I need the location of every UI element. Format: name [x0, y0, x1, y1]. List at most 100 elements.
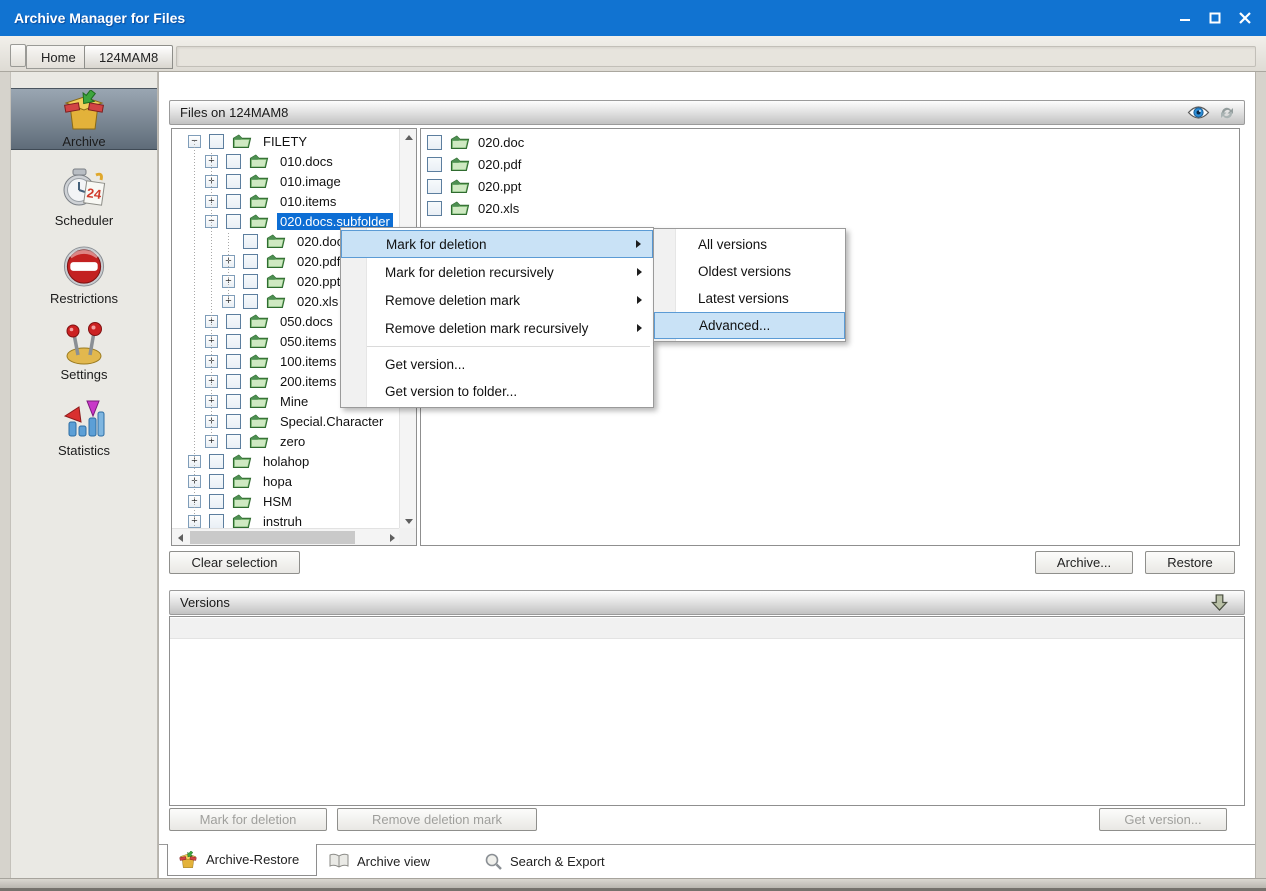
file-item-label[interactable]: 020.pdf — [478, 157, 521, 172]
tree-item[interactable]: +holahop — [172, 451, 400, 471]
file-list-item[interactable]: 020.pdf — [427, 153, 1239, 175]
checkbox[interactable] — [226, 394, 241, 409]
mark-for-deletion-button[interactable]: Mark for deletion — [169, 808, 327, 831]
tree-item-label[interactable]: FILETY — [260, 133, 310, 150]
tree-item[interactable]: +zero — [172, 431, 400, 451]
sidebar-item-restrictions[interactable]: Restrictions — [11, 244, 157, 306]
scroll-up-icon[interactable] — [400, 129, 417, 146]
archive-box-icon — [178, 851, 198, 869]
close-icon[interactable] — [1234, 7, 1256, 29]
tree-item-label[interactable]: 200.items — [277, 373, 339, 390]
tree-item-label[interactable]: instruh — [260, 513, 305, 530]
checkbox[interactable] — [226, 334, 241, 349]
remove-deletion-mark-button[interactable]: Remove deletion mark — [337, 808, 537, 831]
tree-item[interactable]: +010.docs — [172, 151, 400, 171]
scrollbar-thumb[interactable] — [190, 531, 355, 544]
archive-button[interactable]: Archive... — [1035, 551, 1133, 574]
tree-item-label[interactable]: 020.pdf — [294, 253, 343, 270]
checkbox[interactable] — [243, 274, 258, 289]
file-list-item[interactable]: 020.ppt — [427, 175, 1239, 197]
down-arrow-icon[interactable] — [1211, 593, 1228, 612]
submenu-item[interactable]: Latest versions — [654, 285, 845, 312]
checkbox[interactable] — [226, 154, 241, 169]
checkbox[interactable] — [226, 354, 241, 369]
bottom-tab-search-export[interactable]: Search & Export — [474, 847, 644, 875]
checkbox[interactable] — [209, 474, 224, 489]
get-version-button[interactable]: Get version... — [1099, 808, 1227, 831]
tree-item-label[interactable]: 050.docs — [277, 313, 336, 330]
checkbox[interactable] — [209, 454, 224, 469]
file-list-item[interactable]: 020.doc — [427, 131, 1239, 153]
submenu-item[interactable]: Oldest versions — [654, 258, 845, 285]
tab-scroll-stub[interactable] — [10, 44, 26, 67]
tree-item[interactable]: +010.image — [172, 171, 400, 191]
tree-item-label[interactable]: holahop — [260, 453, 312, 470]
minimize-icon[interactable] — [1174, 7, 1196, 29]
menu-item[interactable]: Get version to folder... — [341, 378, 653, 405]
tree-item-label[interactable]: zero — [277, 433, 308, 450]
tree-item-label[interactable]: 020.ppt — [294, 273, 343, 290]
sidebar-item-settings[interactable]: Settings — [11, 320, 157, 382]
tree-item[interactable]: +010.items — [172, 191, 400, 211]
tree-item-label[interactable]: Mine — [277, 393, 311, 410]
menu-item[interactable]: Remove deletion mark — [341, 286, 653, 314]
checkbox[interactable] — [226, 174, 241, 189]
tab-home[interactable]: Home — [26, 45, 91, 69]
restore-button[interactable]: Restore — [1145, 551, 1235, 574]
sidebar-item-scheduler[interactable]: 24Scheduler — [11, 166, 157, 228]
clear-selection-button[interactable]: Clear selection — [169, 551, 300, 574]
tree-item[interactable]: +hopa — [172, 471, 400, 491]
submenu-item[interactable]: All versions — [654, 231, 845, 258]
sidebar-item-archive[interactable]: Archive — [11, 88, 157, 150]
checkbox[interactable] — [243, 254, 258, 269]
tree-item-label[interactable]: Special.Character — [277, 413, 386, 430]
checkbox[interactable] — [226, 434, 241, 449]
checkbox[interactable] — [226, 314, 241, 329]
tree-item[interactable]: +Special.Character — [172, 411, 400, 431]
sidebar-item-statistics[interactable]: Statistics — [11, 396, 157, 458]
menu-item[interactable]: Get version... — [341, 351, 653, 378]
folder-icon — [266, 253, 286, 269]
file-item-label[interactable]: 020.xls — [478, 201, 519, 216]
submenu-item[interactable]: Advanced... — [654, 312, 845, 339]
tree-item-label[interactable]: HSM — [260, 493, 295, 510]
eye-icon[interactable] — [1187, 104, 1210, 121]
checkbox[interactable] — [243, 234, 258, 249]
scroll-left-icon[interactable] — [172, 529, 189, 546]
refresh-icon[interactable] — [1218, 105, 1236, 121]
file-item-label[interactable]: 020.ppt — [478, 179, 521, 194]
checkbox[interactable] — [226, 214, 241, 229]
tree-item-label[interactable]: hopa — [260, 473, 295, 490]
checkbox[interactable] — [427, 157, 442, 172]
checkbox[interactable] — [427, 201, 442, 216]
tree-item-label[interactable]: 100.items — [277, 353, 339, 370]
file-item-label[interactable]: 020.doc — [478, 135, 524, 150]
checkbox[interactable] — [243, 294, 258, 309]
tree-item-label[interactable]: 020.xls — [294, 293, 341, 310]
tree-item-label[interactable]: 050.items — [277, 333, 339, 350]
tree-item-label[interactable]: 010.items — [277, 193, 339, 210]
checkbox[interactable] — [427, 179, 442, 194]
file-list-item[interactable]: 020.xls — [427, 197, 1239, 219]
checkbox[interactable] — [226, 414, 241, 429]
checkbox[interactable] — [226, 374, 241, 389]
tree-item-label[interactable]: 010.docs — [277, 153, 336, 170]
checkbox[interactable] — [209, 494, 224, 509]
checkbox[interactable] — [427, 135, 442, 150]
menu-item[interactable]: Mark for deletion — [341, 230, 653, 258]
tree-item[interactable]: +HSM — [172, 491, 400, 511]
tree-item-label[interactable]: 020.doc — [294, 233, 346, 250]
tree-item-label[interactable]: 010.image — [277, 173, 344, 190]
menu-item[interactable]: Remove deletion mark recursively — [341, 314, 653, 342]
tree-horizontal-scrollbar[interactable] — [172, 528, 401, 545]
checkbox[interactable] — [209, 514, 224, 529]
tree-item[interactable]: −FILETY — [172, 131, 400, 151]
checkbox[interactable] — [226, 194, 241, 209]
maximize-icon[interactable] — [1204, 7, 1226, 29]
bottom-tab-archive-view[interactable]: Archive view — [319, 847, 464, 875]
tab-124mam8[interactable]: 124MAM8 — [84, 45, 173, 69]
menu-item[interactable]: Mark for deletion recursively — [341, 258, 653, 286]
bottom-tab-archive-restore[interactable]: Archive-Restore — [167, 844, 317, 876]
checkbox[interactable] — [209, 134, 224, 149]
tree-item[interactable]: +instruh — [172, 511, 400, 529]
